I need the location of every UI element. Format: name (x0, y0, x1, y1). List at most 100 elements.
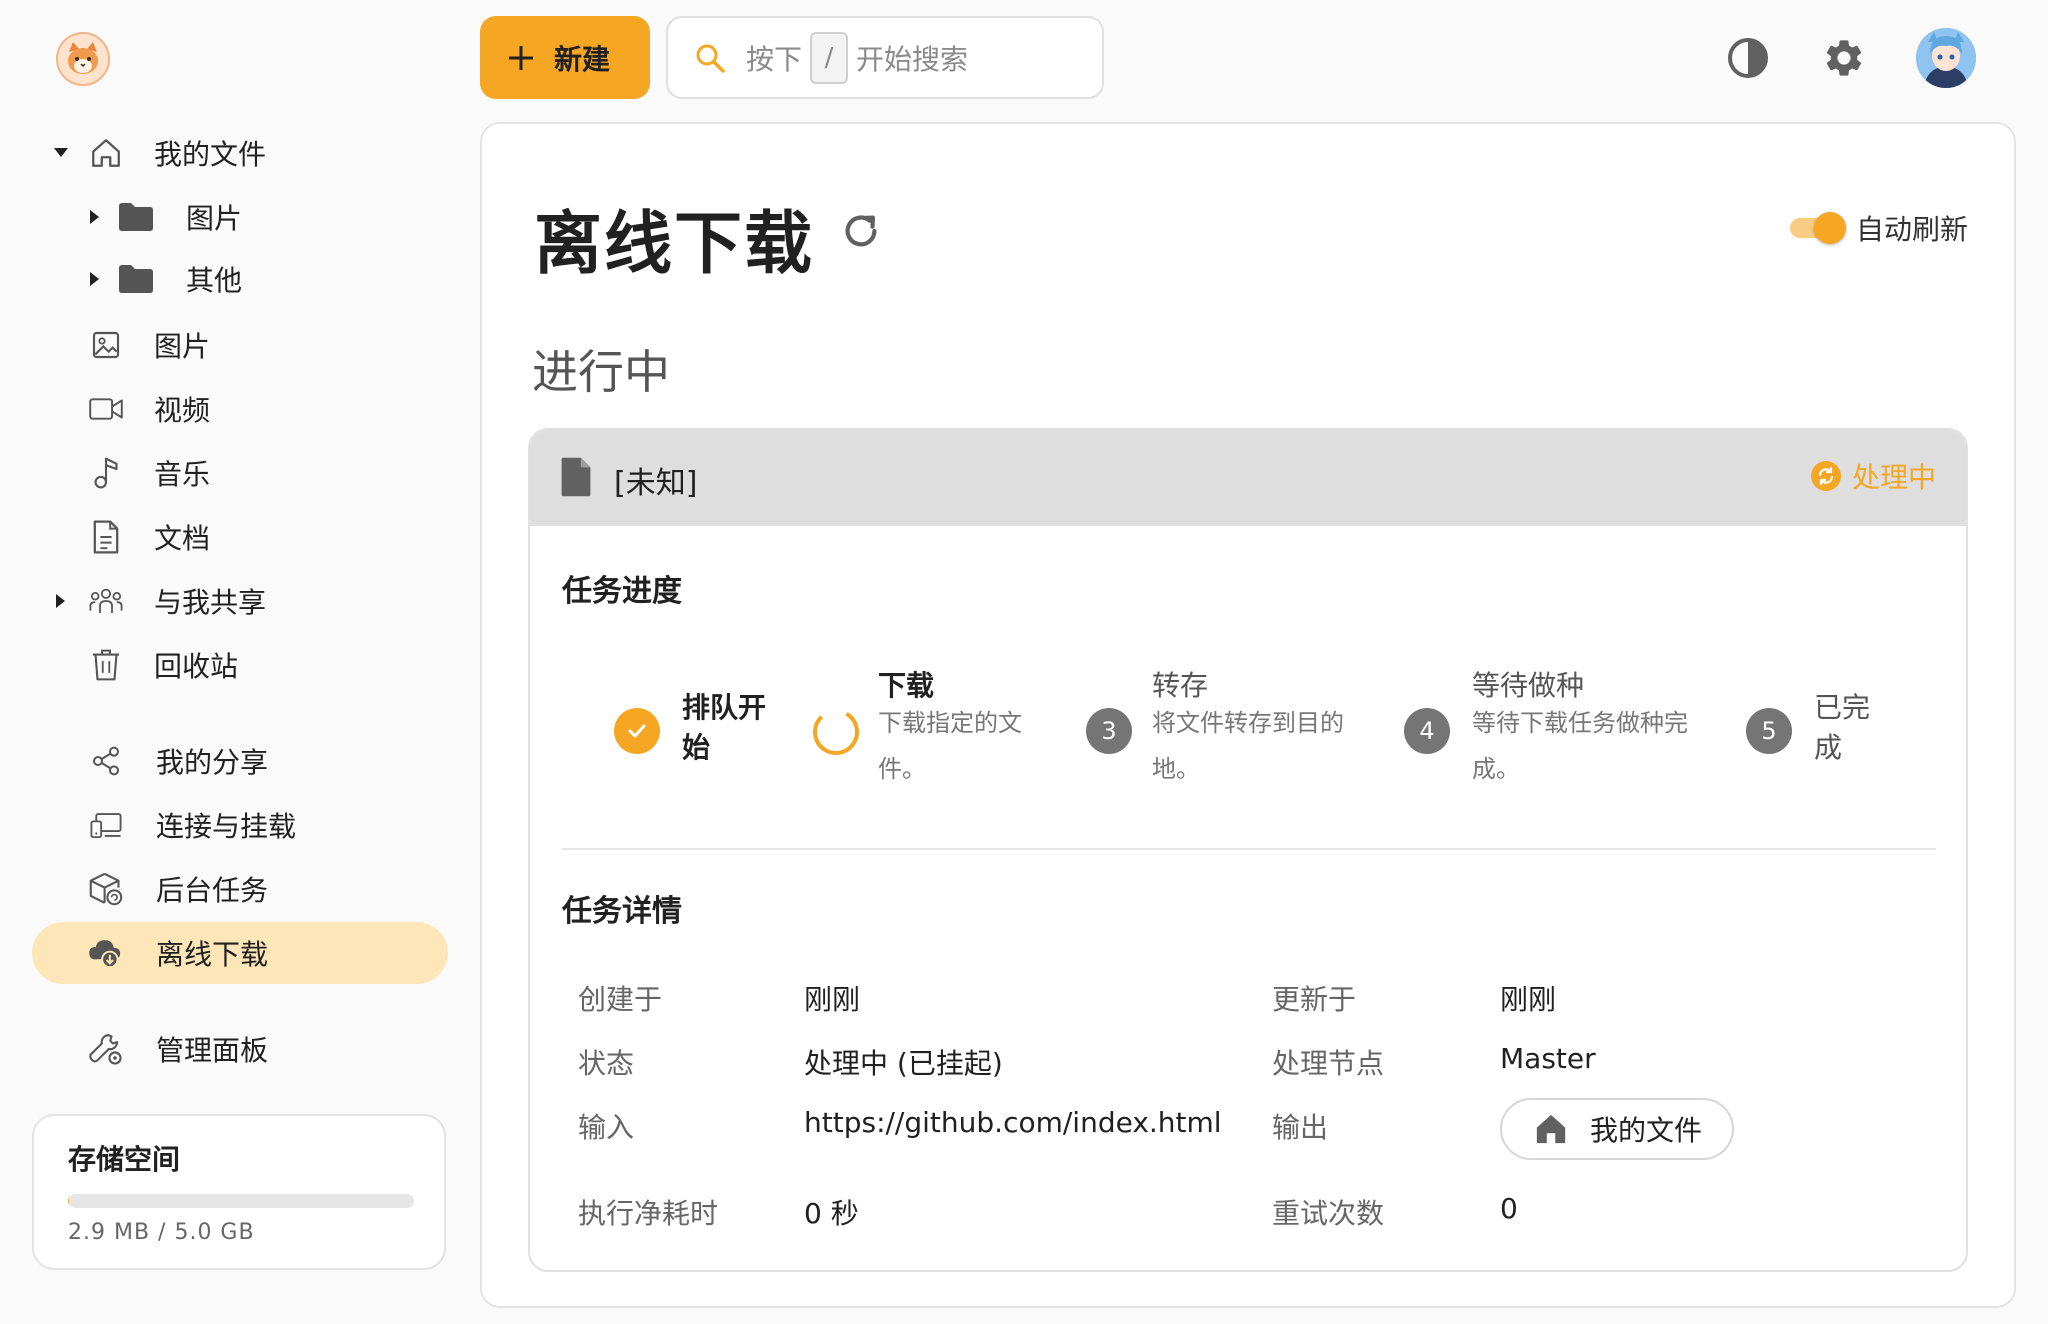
output-folder-label: 我的文件 (1590, 1114, 1703, 1147)
image-icon (88, 327, 124, 363)
task-card-header: [未知] 处理中 (530, 430, 1966, 526)
task-status-text: 处理中 (1851, 461, 1936, 494)
detail-value-input[interactable]: https://github.com/index.html (804, 1106, 1222, 1139)
step-number: 5 (1746, 708, 1792, 754)
step-title: 等待做种 (1472, 669, 1585, 702)
search-hint-prefix: 按下 (746, 42, 803, 76)
sidebar-item-label: 我的分享 (156, 746, 269, 779)
sidebar-item-label: 后台任务 (156, 874, 269, 907)
detail-label-node: 处理节点 (1272, 1047, 1385, 1080)
connect-icon (88, 807, 124, 843)
folder-icon (118, 261, 154, 297)
music-icon (88, 455, 124, 491)
auto-refresh-toggle[interactable] (1790, 210, 1848, 244)
sidebar-item-label: 其他 (186, 264, 243, 297)
section-title-in-progress: 进行中 (532, 345, 670, 399)
share-icon (88, 743, 124, 779)
detail-value-updated: 刚刚 (1500, 983, 1557, 1016)
detail-value-retry: 0 (1500, 1192, 1518, 1225)
detail-label-elapsed: 执行净耗时 (578, 1197, 719, 1230)
task-progress-title: 任务进度 (562, 574, 682, 609)
step-title: 下载 (878, 669, 935, 702)
sidebar-item-connections[interactable]: 连接与挂载 (32, 794, 448, 856)
cloud-download-icon (88, 935, 124, 971)
task-status-badge: 处理中 (1810, 456, 1936, 496)
storage-card: 存储空间 2.9 MB / 5.0 GB (32, 1114, 446, 1270)
trash-icon (88, 647, 124, 683)
storage-usage-text: 2.9 MB / 5.0 GB (68, 1220, 255, 1245)
sidebar-item-documents[interactable]: 文档 (32, 506, 448, 568)
sidebar-item-trash[interactable]: 回收站 (32, 634, 448, 696)
sync-icon (1810, 460, 1842, 492)
caret-right-icon[interactable] (54, 594, 68, 608)
people-icon (88, 583, 124, 619)
search-icon (694, 42, 726, 74)
app-logo[interactable] (56, 32, 110, 86)
sidebar-item-label: 图片 (186, 202, 243, 235)
search-hint-suffix: 开始搜索 (856, 42, 969, 76)
output-folder-chip[interactable]: 我的文件 (1500, 1098, 1735, 1160)
toggle-thumb (1814, 212, 1846, 244)
new-button-label: 新建 (554, 42, 611, 76)
sidebar-item-admin-panel[interactable]: 管理面板 (32, 1018, 448, 1080)
detail-label-updated: 更新于 (1272, 983, 1357, 1016)
detail-value-elapsed: 0 秒 (804, 1197, 859, 1230)
step-number: 3 (1086, 708, 1132, 754)
task-details-title: 任务详情 (562, 894, 682, 929)
new-button[interactable]: 新建 (480, 16, 650, 99)
sidebar-item-label: 离线下载 (156, 938, 269, 971)
detail-value-created: 刚刚 (804, 983, 861, 1016)
search-shortcut-key: / (810, 31, 849, 84)
home-icon (1534, 1113, 1568, 1145)
folder-icon (118, 199, 154, 235)
sidebar-item-images[interactable]: 图片 (32, 314, 448, 376)
caret-down-icon[interactable] (54, 146, 68, 160)
task-name: [未知] (614, 466, 698, 501)
sidebar-item-shared-with-me[interactable]: 与我共享 (32, 570, 448, 632)
sidebar-item-my-shares[interactable]: 我的分享 (32, 730, 448, 792)
sidebar-item-offline-download[interactable]: 离线下载 (32, 922, 448, 984)
detail-value-state: 处理中 (已挂起) (804, 1047, 1003, 1080)
sidebar-item-music[interactable]: 音乐 (32, 442, 448, 504)
caret-right-icon[interactable] (88, 272, 102, 286)
task-card: [未知] 处理中 任务进度 排队开始 下载 下载指定的文件。 3 转存 将文件转… (528, 428, 1968, 1272)
step-description: 下载指定的文件。 (878, 709, 1022, 783)
storage-progress-bar (68, 1194, 414, 1208)
sidebar-item-background-tasks[interactable]: 后台任务 (32, 858, 448, 920)
theme-toggle-icon[interactable] (1724, 34, 1772, 82)
detail-label-retry: 重试次数 (1272, 1197, 1385, 1230)
sidebar-item-folder-images[interactable]: 图片 (32, 186, 448, 248)
detail-value-node: Master (1500, 1042, 1596, 1075)
sidebar-item-label: 管理面板 (156, 1034, 269, 1067)
step-loading-spinner-icon (812, 708, 860, 756)
box-task-icon (88, 871, 124, 907)
home-icon (88, 135, 124, 171)
step-title: 排队开始 (682, 691, 767, 764)
sidebar-item-label: 我的文件 (154, 138, 267, 171)
refresh-icon[interactable] (838, 208, 884, 254)
divider (562, 848, 1936, 850)
detail-label-created: 创建于 (578, 983, 663, 1016)
sidebar-item-folder-other[interactable]: 其他 (32, 248, 448, 310)
caret-right-icon[interactable] (88, 210, 102, 224)
plus-icon (506, 43, 536, 73)
sidebar-item-label: 视频 (154, 394, 211, 427)
search-input[interactable]: 按下 / 开始搜索 (666, 16, 1104, 99)
step-title: 转存 (1152, 669, 1209, 702)
sidebar-item-videos[interactable]: 视频 (32, 378, 448, 440)
video-icon (88, 391, 124, 427)
avatar[interactable] (1916, 28, 1976, 88)
sidebar-item-label: 文档 (154, 522, 211, 555)
step-description: 将文件转存到目的地。 (1152, 709, 1344, 783)
sidebar-item-label: 音乐 (154, 458, 211, 491)
sidebar-item-label: 连接与挂载 (156, 810, 297, 843)
step-description: 等待下载任务做种完成。 (1472, 709, 1688, 783)
sidebar-item-label: 回收站 (154, 650, 239, 683)
document-icon (88, 519, 124, 555)
file-icon (560, 456, 592, 498)
storage-title: 存储空间 (68, 1143, 181, 1176)
detail-label-state: 状态 (578, 1047, 635, 1080)
gear-icon[interactable] (1820, 34, 1868, 82)
step-done-check-icon (614, 708, 660, 754)
sidebar-item-my-files[interactable]: 我的文件 (32, 122, 448, 184)
